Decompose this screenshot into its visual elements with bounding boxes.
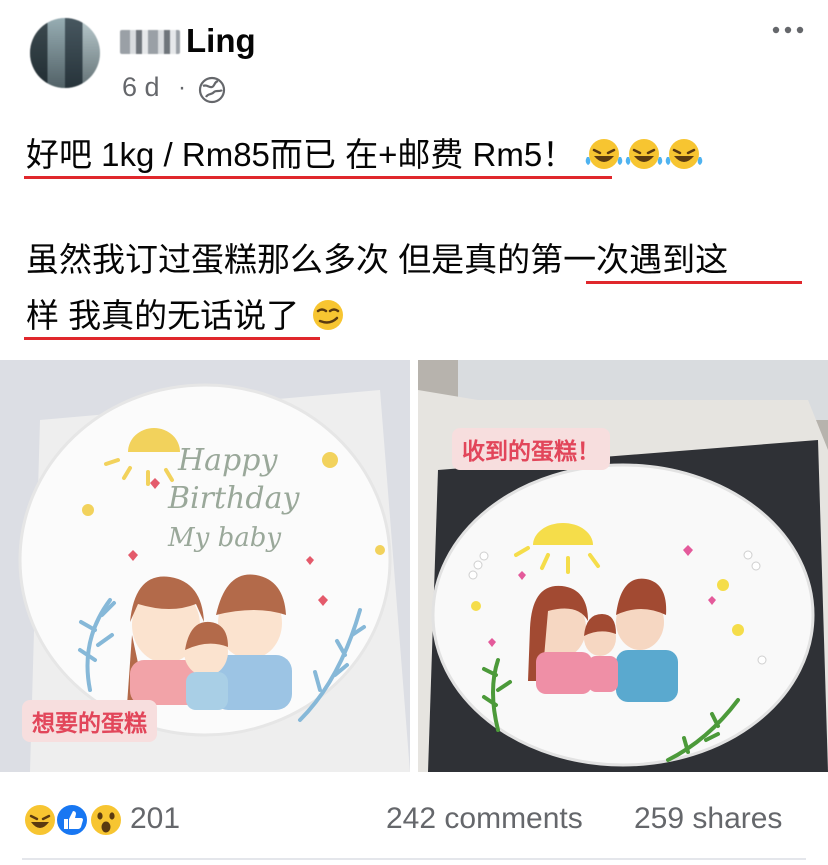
reaction-count[interactable]: 201 (130, 802, 180, 836)
author-name[interactable]: Ling (186, 22, 256, 60)
highlight-underline (24, 337, 320, 340)
highlight-underline (586, 281, 802, 284)
haha-icon (23, 803, 57, 837)
cake-text-my-baby: My baby (167, 523, 281, 553)
photo-received-cake[interactable] (418, 360, 828, 772)
laughing-crying-emoji-icon (666, 139, 703, 169)
received-cake-illustration (418, 360, 828, 772)
smirking-face-emoji-icon (313, 300, 344, 330)
wanted-cake-tag: 想要的蛋糕 (22, 700, 157, 742)
cake-text-happy: Happy (177, 443, 278, 478)
highlight-underline (24, 176, 612, 179)
post-timestamp[interactable]: 6 d (122, 72, 160, 103)
globe-icon (198, 76, 226, 104)
reaction-icons[interactable] (22, 800, 128, 840)
cake-text-birthday: Birthday (167, 481, 300, 516)
wow-icon (89, 803, 123, 837)
post-text-line-2: 虽然我订过蛋糕那么多次 但是真的第一次遇到这 (26, 241, 729, 278)
post-text: 样 我真的无话说了 (26, 297, 300, 334)
divider (22, 858, 806, 860)
shares-count-link[interactable]: 259 shares (634, 802, 782, 836)
laughing-crying-emoji-icon (586, 139, 623, 169)
timestamp-separator: · (178, 74, 186, 101)
post-header: Ling 6 d · (0, 0, 828, 110)
post-text: 好吧 1kg / Rm85而已 在+邮费 Rm5！ (26, 136, 576, 173)
laughing-crying-emoji-icon (626, 139, 663, 169)
post-text-line-3: 样 我真的无话说了 (26, 296, 348, 336)
more-horizontal-icon[interactable] (770, 22, 806, 38)
received-cake-tag: 收到的蛋糕！ (452, 428, 610, 470)
like-icon (55, 803, 89, 837)
avatar[interactable] (30, 18, 100, 88)
blurred-name-block (120, 30, 180, 54)
post-text-line-1: 好吧 1kg / Rm85而已 在+邮费 Rm5！ (26, 135, 704, 175)
comments-count-link[interactable]: 242 comments (386, 802, 583, 836)
